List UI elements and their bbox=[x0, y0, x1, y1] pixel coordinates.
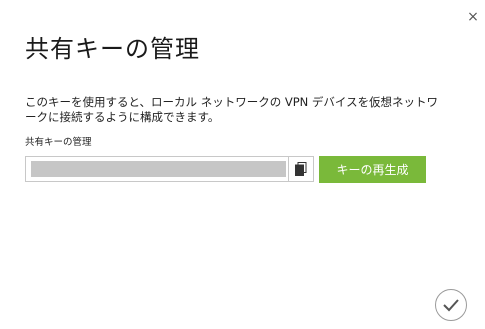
copy-icon bbox=[295, 162, 307, 176]
confirm-button[interactable] bbox=[435, 289, 467, 321]
shared-key-masked-value bbox=[31, 161, 286, 177]
dialog-description: このキーを使用すると、ローカル ネットワークの VPN デバイスを仮想ネットワー… bbox=[25, 95, 439, 124]
checkmark-icon bbox=[443, 299, 459, 312]
close-icon[interactable]: × bbox=[466, 10, 480, 24]
regenerate-key-button[interactable]: キーの再生成 bbox=[319, 156, 426, 183]
manage-shared-key-dialog: × 共有キーの管理 このキーを使用すると、ローカル ネットワークの VPN デバ… bbox=[0, 0, 485, 329]
dialog-title: 共有キーの管理 bbox=[25, 35, 200, 63]
copy-button[interactable] bbox=[288, 157, 313, 181]
shared-key-label: 共有キーの管理 bbox=[25, 137, 92, 148]
shared-key-field[interactable] bbox=[25, 156, 314, 182]
